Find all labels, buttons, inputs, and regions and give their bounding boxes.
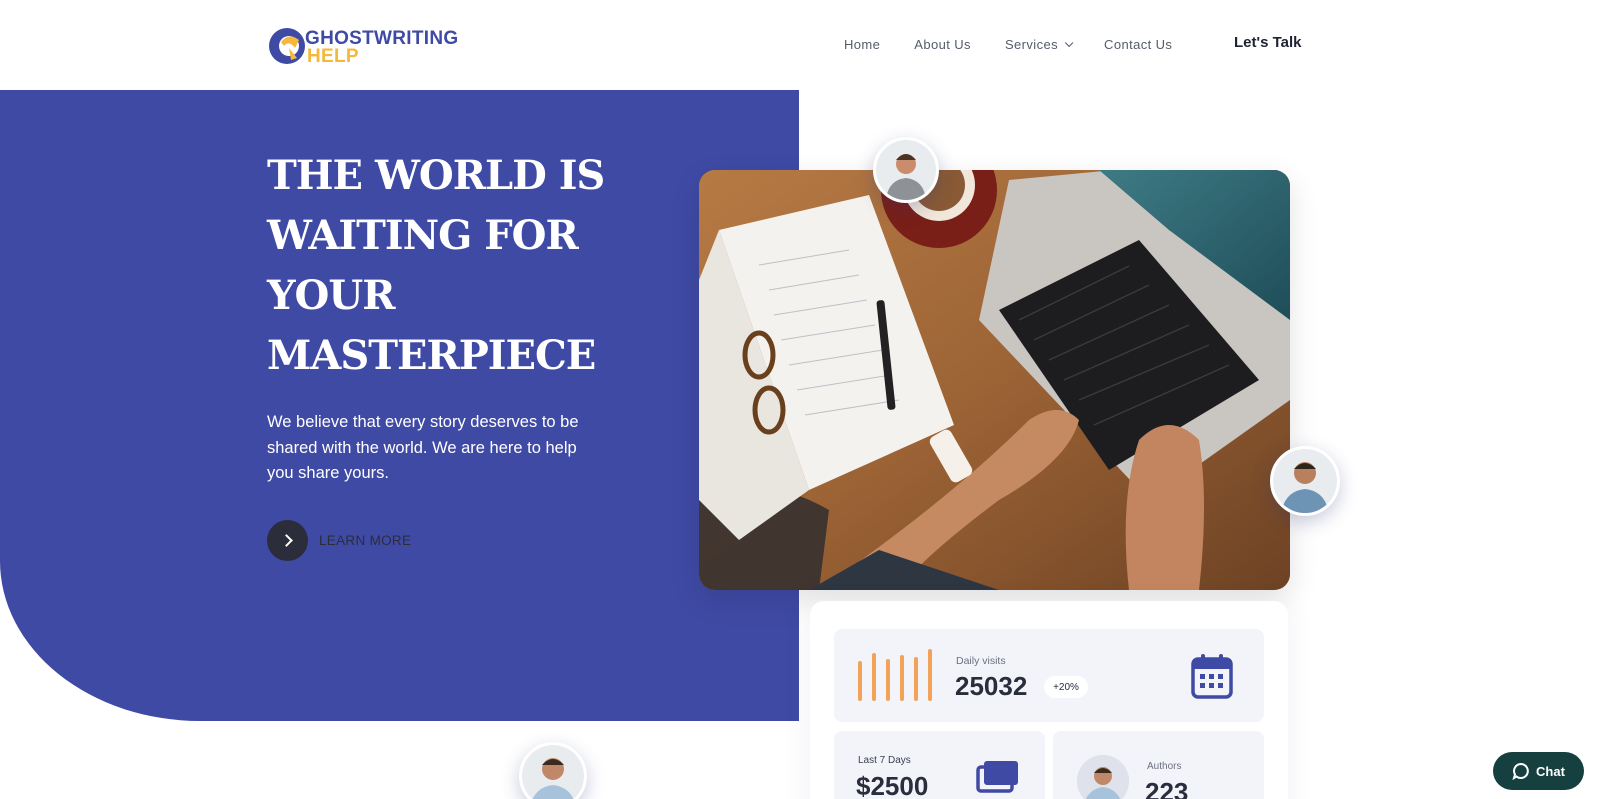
author-avatar	[1077, 755, 1129, 799]
site-header: GHOSTWRITING HELP Home About Us Services…	[0, 0, 1600, 90]
visits-bar	[900, 655, 904, 701]
arrow-right-icon	[267, 520, 308, 561]
chat-button[interactable]: Chat	[1493, 752, 1584, 790]
person-icon	[1077, 755, 1129, 799]
main-nav: Home About Us Services Contact Us	[844, 37, 1206, 52]
visits-change-badge: +20%	[1044, 676, 1088, 698]
person-icon	[1273, 449, 1337, 513]
hero-subtitle: We believe that every story deserves to …	[267, 413, 579, 482]
last-7-days-value: $2500	[856, 771, 929, 799]
lets-talk-button[interactable]: Let's Talk	[1234, 34, 1301, 51]
avatar-right	[1270, 446, 1340, 516]
nav-about-us-label: About Us	[914, 37, 971, 52]
nav-services-label: Services	[1004, 37, 1059, 52]
hero-title-line: MASTERPIECE	[267, 332, 596, 379]
avatar-top	[873, 137, 939, 203]
visits-bar-chart-icon	[856, 649, 936, 701]
chat-bubble-icon	[1512, 762, 1529, 780]
nav-contact-us-label: Contact Us	[1104, 37, 1173, 52]
avatar-bottom	[519, 742, 587, 799]
money-icon	[976, 761, 1018, 793]
learn-more-button[interactable]: LEARN MORE	[267, 520, 411, 561]
site-logo[interactable]: GHOSTWRITING HELP	[267, 22, 458, 70]
learn-more-label: LEARN MORE	[319, 533, 412, 548]
visits-bar	[928, 649, 932, 701]
visits-bar	[872, 653, 876, 701]
visits-bar	[858, 661, 862, 701]
authors-value: 223	[1145, 777, 1189, 799]
visits-bar	[886, 659, 890, 701]
chat-label: Chat	[1536, 763, 1565, 779]
hero-photo	[699, 170, 1290, 590]
hero-title-line: WAITING FOR	[267, 212, 579, 259]
daily-visits-card: Daily visits 25032 +20%	[834, 629, 1264, 722]
hero-title-line: THE WORLD IS	[267, 152, 605, 199]
stats-panel: Daily visits 25032 +20% Last 7 Days $250…	[810, 601, 1288, 799]
authors-label: Authors	[1147, 761, 1182, 772]
person-icon	[522, 745, 584, 799]
hero-title: THE WORLD IS WAITING FOR YOUR MASTERPIEC…	[267, 146, 607, 386]
nav-home[interactable]: Home	[844, 37, 880, 52]
visits-bar	[914, 657, 918, 701]
daily-visits-label: Daily visits	[956, 655, 1006, 667]
authors-card: Authors 223	[1053, 731, 1264, 799]
logo-text-secondary: HELP	[307, 46, 359, 67]
nav-services[interactable]: Services	[1004, 37, 1074, 52]
daily-visits-value: 25032	[955, 671, 1028, 701]
nav-about-us[interactable]: About Us	[914, 37, 971, 52]
chevron-down-icon	[1064, 38, 1074, 47]
nav-home-label: Home	[844, 37, 881, 52]
last-7-days-card: Last 7 Days $2500	[834, 731, 1045, 799]
person-icon	[876, 140, 936, 200]
calendar-icon	[1191, 654, 1233, 699]
hero-title-line: YOUR	[267, 272, 396, 319]
nav-contact-us[interactable]: Contact Us	[1104, 37, 1172, 52]
last-7-days-label: Last 7 Days	[858, 755, 911, 766]
